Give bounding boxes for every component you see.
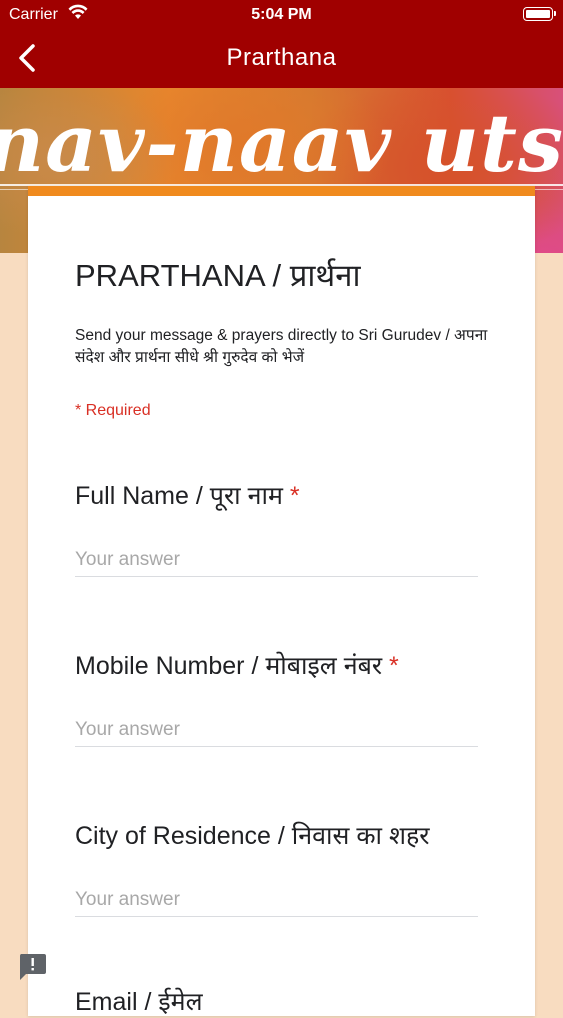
full-name-input[interactable] (75, 544, 478, 577)
required-asterisk: * (389, 652, 399, 680)
city-label: City of Residence / निवास का शहर (75, 822, 430, 850)
nav-title: Prarthana (226, 44, 337, 71)
form-title: PRARTHANA / प्रार्थना (75, 258, 361, 293)
form-card: PRARTHANA / प्रार्थना Send your message … (28, 186, 535, 1016)
required-asterisk: * (289, 482, 300, 510)
mobile-number-label: Mobile Number / मोबाइल नंबर * (75, 652, 399, 680)
email-label: Email / ईमेल (75, 988, 203, 1016)
form-description: Send your message & prayers directly to … (75, 327, 488, 366)
banner-text: nav-naav utsav (0, 96, 563, 190)
required-note: * Required (75, 402, 151, 419)
mobile-number-input[interactable] (75, 714, 478, 747)
navigation-bar: Prarthana (0, 30, 563, 88)
battery-icon (523, 7, 556, 21)
report-feedback-icon[interactable] (18, 953, 47, 981)
status-bar: Carrier 5:04 PM (0, 0, 563, 30)
full-name-label: Full Name / पूरा नाम * (75, 482, 300, 510)
clock: 5:04 PM (251, 6, 312, 23)
city-input[interactable] (75, 884, 478, 917)
